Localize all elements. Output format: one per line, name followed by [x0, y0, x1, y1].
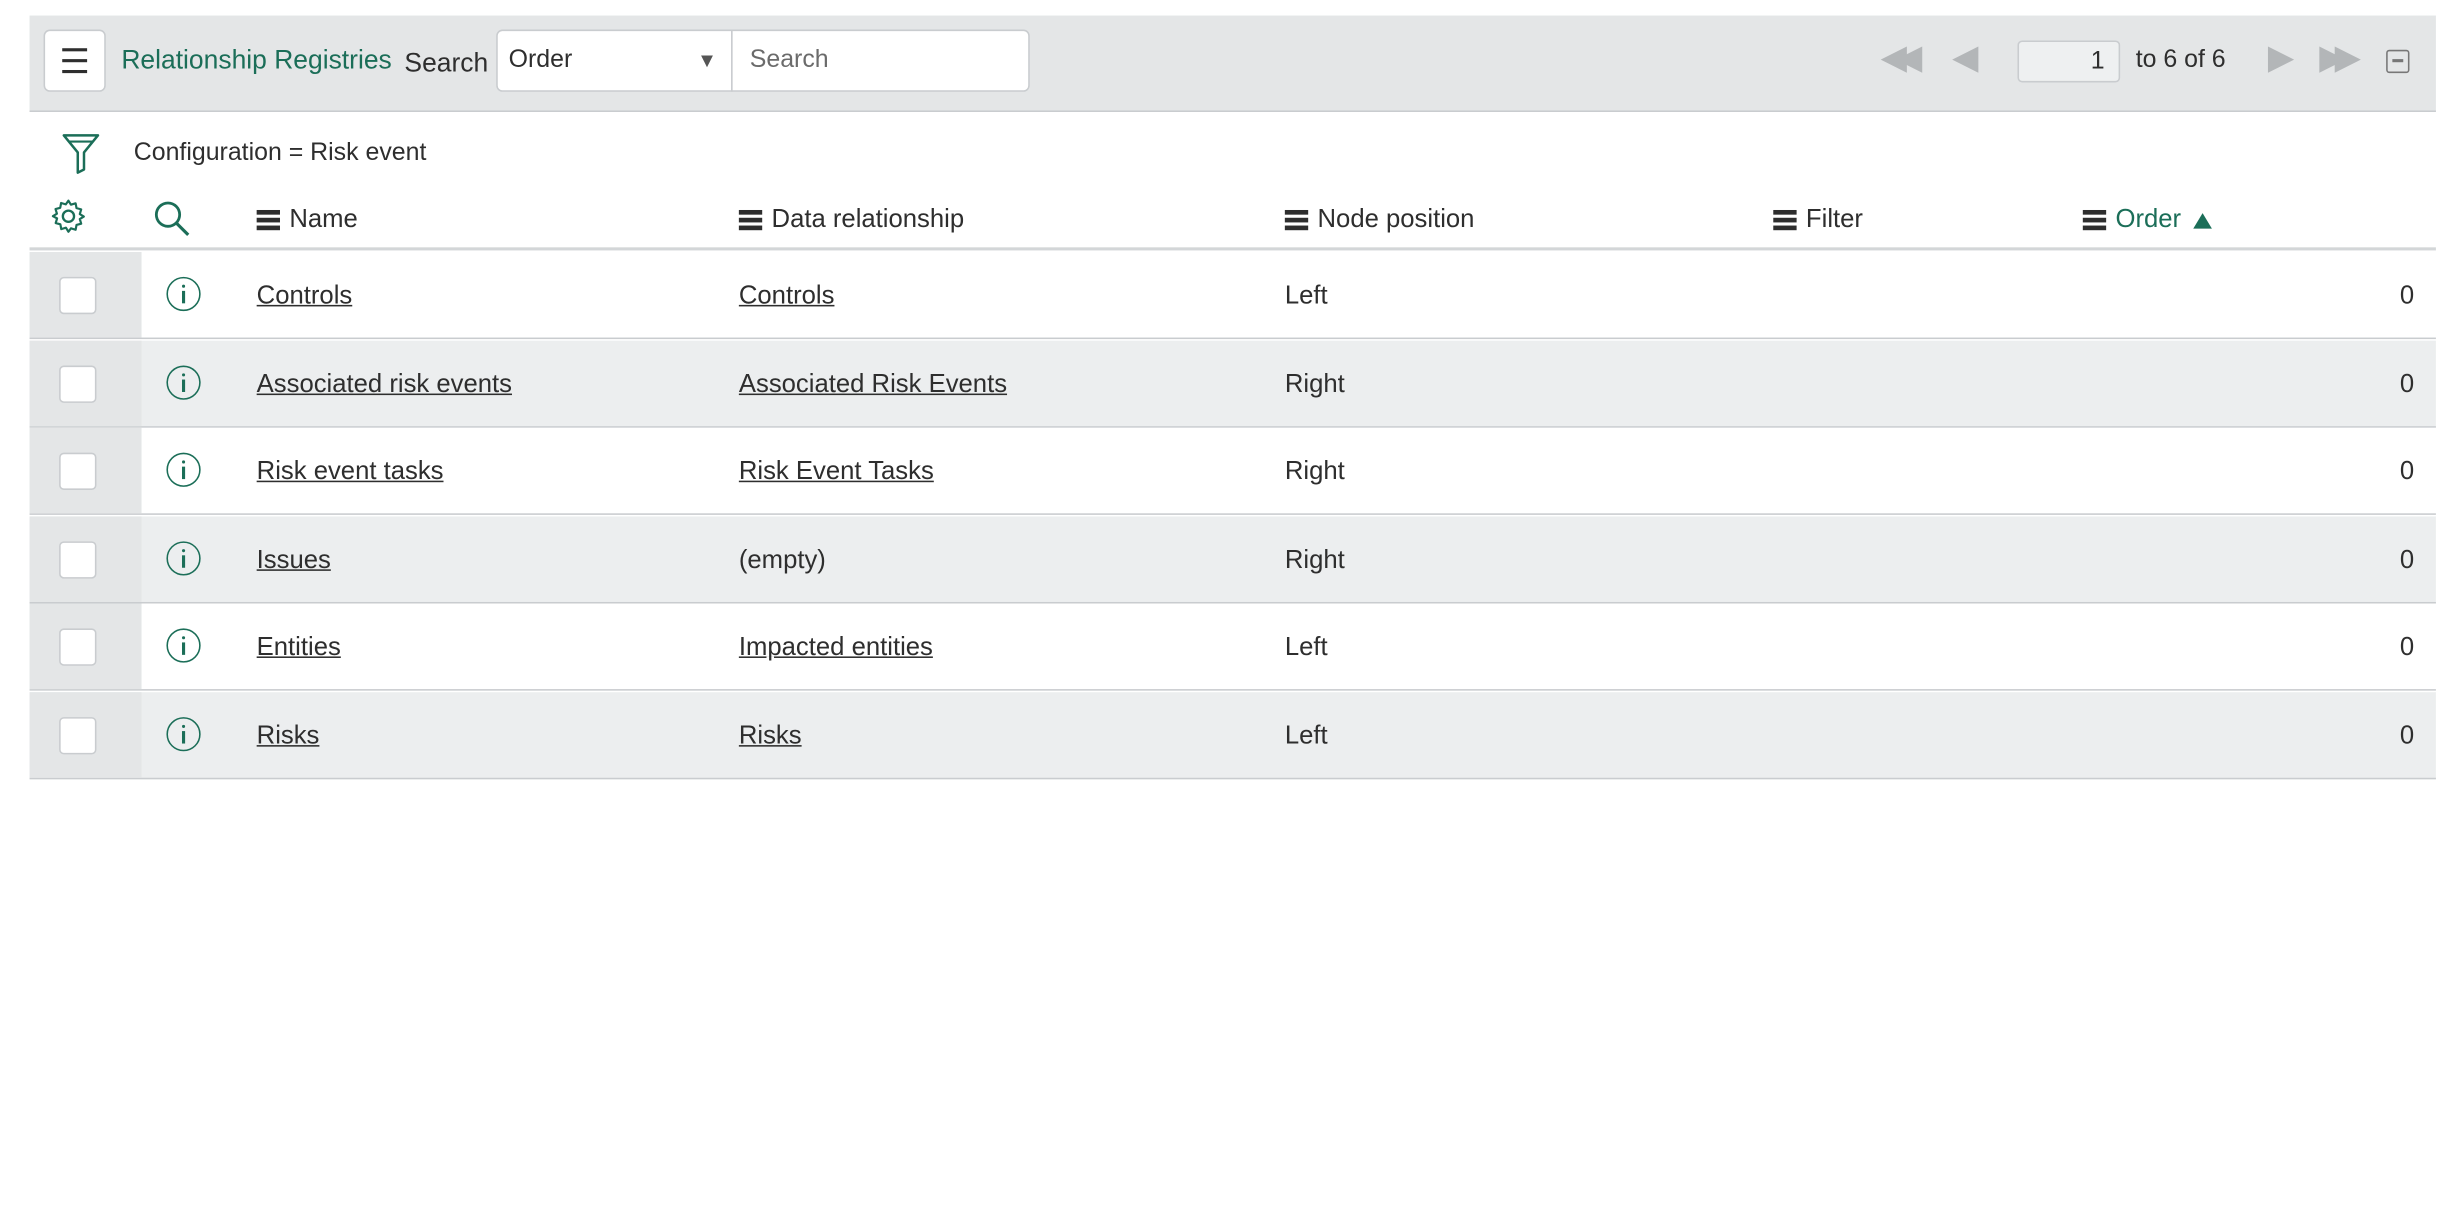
previous-page-icon[interactable]: ◀: [1952, 37, 1978, 77]
row-checkbox[interactable]: [59, 717, 97, 755]
first-page-icon[interactable]: ◀◀: [1881, 37, 1923, 77]
gear-icon[interactable]: [50, 198, 87, 243]
table-row: Risk event tasks Risk Event Tasks Right 0: [29, 428, 2436, 516]
row-data-relationship[interactable]: Controls: [739, 282, 835, 312]
column-header-label: Filter: [1805, 205, 1863, 234]
pager-range-text: to 6 of 6: [2135, 46, 2226, 74]
info-icon[interactable]: [166, 629, 201, 664]
row-data-relationship[interactable]: Risk Event Tasks: [739, 458, 934, 488]
funnel-filter-icon[interactable]: [61, 132, 101, 183]
column-header-label: Order: [2115, 205, 2182, 234]
column-menu-icon[interactable]: [1773, 208, 1797, 232]
row-name-link[interactable]: Issues: [257, 546, 331, 576]
column-header-order[interactable]: Order: [2082, 205, 2213, 235]
filter-breadcrumb[interactable]: Configuration = Risk event: [134, 140, 427, 168]
row-order: 0: [2399, 457, 2415, 486]
row-order: 0: [2399, 545, 2415, 574]
info-icon[interactable]: [166, 364, 201, 400]
row-node-position: Left: [1284, 721, 1328, 750]
row-order: 0: [2399, 721, 2415, 750]
column-header-name[interactable]: Name: [256, 205, 358, 235]
row-node-position: Right: [1284, 457, 1345, 486]
row-data-relationship[interactable]: Impacted entities: [739, 634, 933, 664]
next-page-icon[interactable]: ▶: [2268, 37, 2294, 77]
info-icon[interactable]: [166, 452, 201, 488]
list-title[interactable]: Relationship Registries: [121, 45, 391, 76]
search-input[interactable]: [731, 29, 1030, 92]
row-name-link[interactable]: Risks: [257, 722, 320, 752]
row-node-position: Left: [1284, 281, 1328, 310]
list-header: Relationship Registries Search Order ▼ ◀…: [29, 15, 2436, 112]
column-menu-icon[interactable]: [1284, 208, 1309, 232]
row-order: 0: [2399, 281, 2415, 310]
info-icon[interactable]: [166, 276, 201, 312]
info-icon[interactable]: [166, 540, 201, 576]
last-page-icon[interactable]: ▶▶: [2319, 37, 2361, 77]
column-header-label: Name: [289, 205, 358, 234]
collapse-icon[interactable]: [2386, 49, 2410, 74]
search-icon[interactable]: [152, 199, 192, 247]
row-node-position: Left: [1284, 633, 1328, 662]
table-row: Entities Impacted entities Left 0: [29, 604, 2436, 692]
row-name-link[interactable]: Risk event tasks: [257, 458, 444, 488]
column-menu-icon[interactable]: [256, 208, 280, 232]
column-header-label: Node position: [1317, 205, 1475, 234]
row-data-relationship: (empty): [738, 545, 826, 574]
row-order: 0: [2399, 369, 2415, 398]
column-header-node-position[interactable]: Node position: [1284, 205, 1475, 235]
row-checkbox[interactable]: [59, 629, 97, 667]
row-data-relationship[interactable]: Associated Risk Events: [739, 370, 1007, 400]
table-row: Risks Risks Left 0: [29, 692, 2436, 780]
column-header-label: Data relationship: [771, 205, 965, 234]
info-icon[interactable]: [166, 717, 201, 752]
list-view: Relationship Registries Search Order ▼ ◀…: [0, 0, 2437, 1209]
row-order: 0: [2399, 633, 2415, 662]
column-menu-icon[interactable]: [738, 208, 763, 232]
header-divider: [29, 247, 2436, 251]
row-checkbox[interactable]: [59, 364, 97, 403]
row-checkbox[interactable]: [59, 540, 97, 579]
column-header-data-relationship[interactable]: Data relationship: [738, 205, 965, 235]
search-label: Search: [404, 48, 489, 78]
search-field-select[interactable]: Order ▼: [496, 29, 733, 92]
row-node-position: Right: [1284, 545, 1345, 574]
column-header-filter[interactable]: Filter: [1773, 205, 1863, 235]
row-checkbox[interactable]: [59, 452, 97, 491]
page-number-input[interactable]: 1: [2017, 40, 2121, 83]
hamburger-menu-icon: [62, 45, 88, 77]
table-row: Associated risk events Associated Risk Ev…: [29, 340, 2436, 428]
row-name-link[interactable]: Associated risk events: [257, 370, 512, 400]
list-menu-button[interactable]: [43, 29, 106, 92]
row-node-position: Right: [1284, 369, 1345, 398]
table-row: Controls Controls Left 0: [29, 251, 2436, 340]
table-row: Issues (empty) Right 0: [29, 516, 2436, 604]
column-menu-icon[interactable]: [2082, 208, 2107, 232]
search-field-select-value: Order: [508, 46, 573, 74]
row-name-link[interactable]: Controls: [257, 282, 353, 312]
sort-ascending-icon: [2193, 212, 2213, 228]
dropdown-caret-icon: ▼: [697, 48, 718, 72]
row-name-link[interactable]: Entities: [257, 634, 341, 664]
row-data-relationship[interactable]: Risks: [739, 722, 802, 752]
row-checkbox[interactable]: [59, 276, 97, 315]
